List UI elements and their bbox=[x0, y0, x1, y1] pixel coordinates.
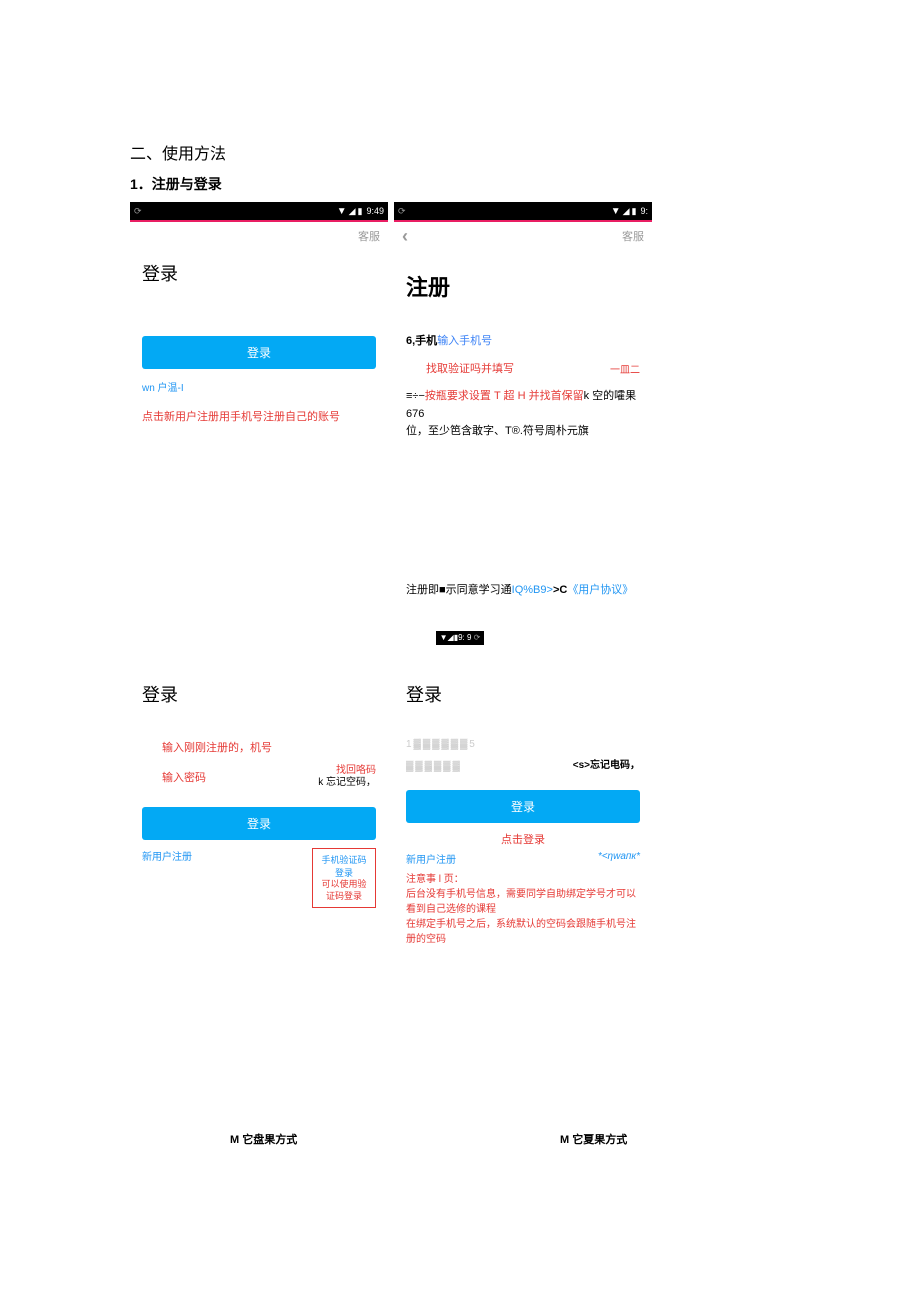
phone-label: 6,手机 bbox=[406, 332, 437, 348]
nav-bar: ‹ 客服 bbox=[394, 222, 652, 250]
agree-prefix: 注册即■示同意学习通 bbox=[406, 584, 512, 596]
subsection-number: 1 bbox=[130, 176, 138, 192]
page-title: 登录 bbox=[406, 681, 652, 707]
login-button[interactable]: 登录 bbox=[142, 807, 376, 840]
status-bar: ⟳ ▼ ◢ ▮ 9:49 bbox=[130, 202, 388, 220]
password-value-masked: ▓▓▓▓▓▓ bbox=[406, 761, 462, 772]
bottom-left: M 它盘果方式 bbox=[130, 1131, 460, 1147]
phone-input-row[interactable]: 6,手机 输入手机号 bbox=[406, 332, 640, 348]
new-user-link[interactable]: wn 户温-I bbox=[142, 379, 184, 394]
signal-icon: ◢ bbox=[349, 206, 356, 217]
page-title: 登录 bbox=[142, 681, 388, 707]
kefu-link[interactable]: 客服 bbox=[622, 228, 644, 244]
pwd-prefix: ≡÷− bbox=[406, 390, 425, 402]
sms-login-box[interactable]: 手机验证码登录 可以使用验证码登录 bbox=[312, 848, 376, 907]
nav-bar: 客服 bbox=[130, 222, 388, 250]
status-time: 9: bbox=[640, 206, 648, 216]
status-bar: ⟳ ▼ ◢ ▮ 9: bbox=[394, 202, 652, 220]
sms-annotation: 可以使用验证码登录 bbox=[319, 879, 369, 902]
agree-bold: >C bbox=[553, 584, 567, 596]
password-field-row[interactable]: 输入密码 找回咯码 k 忘记空码， bbox=[142, 765, 376, 789]
agree-link2[interactable]: 《用户协议》 bbox=[567, 584, 633, 596]
wifi-icon: ▼ bbox=[440, 633, 448, 642]
code-right: 一皿二 bbox=[610, 361, 640, 376]
screen-login-4: 登录 1▓▓▓▓▓▓5 ▓▓▓▓▓▓ <s>忘记电码， 登录 点击登录 新用户注… bbox=[394, 675, 652, 951]
subsection: 1．注册与登录 bbox=[130, 174, 790, 194]
pwd-red: 按瓶要求设置 T 超 H 并找首保留 bbox=[425, 390, 584, 402]
code-input-row[interactable]: 找取验证吗并填写 一皿二 bbox=[406, 360, 640, 376]
back-icon[interactable]: ‹ bbox=[402, 226, 408, 247]
new-user-link[interactable]: 新用户注册 bbox=[406, 851, 456, 866]
forgot-red: 找回咯码 bbox=[336, 765, 376, 776]
kefu-link[interactable]: 客服 bbox=[358, 228, 380, 244]
refresh-icon: ⟳ bbox=[398, 206, 412, 217]
screen-register: ⟳ ▼ ◢ ▮ 9: ‹ 客服 注册 6,手机 输入手机号 bbox=[394, 202, 652, 601]
battery-icon: ▮ bbox=[632, 206, 637, 217]
annotation-register: 点击新用户注册用手机号注册自己的账号 bbox=[142, 408, 376, 424]
pwd-line2: 位，至少笆含敢字、T®.符号周朴元旗 bbox=[406, 423, 640, 441]
status-time: 9:49 bbox=[366, 206, 384, 216]
wifi-icon: ▼ bbox=[337, 206, 347, 217]
refresh-icon: ⟳ bbox=[134, 206, 148, 217]
annotation-phone: 输入刚刚注册的，机号 bbox=[142, 739, 376, 755]
forgot-black: k 忘记空码， bbox=[318, 777, 376, 788]
agree-link1[interactable]: IQ%B9> bbox=[512, 584, 553, 596]
subsection-text: ．注册与登录 bbox=[138, 176, 222, 192]
forgot-password[interactable]: <s>忘记电码， bbox=[573, 760, 640, 772]
note-2: 在绑定手机号之后，系统默认的空码会跟随手机号注册的空码 bbox=[406, 917, 640, 947]
login-button[interactable]: 登录 bbox=[142, 336, 376, 369]
phone-field-row[interactable]: 1▓▓▓▓▓▓5 bbox=[406, 739, 640, 750]
battery-icon: ▮ bbox=[358, 206, 363, 217]
bottom-row: M 它盘果方式 M 它夏果方式 bbox=[130, 1131, 790, 1147]
phone-value-masked: 1▓▓▓▓▓▓5 bbox=[406, 739, 477, 750]
annotation-click-login: 点击登录 bbox=[406, 831, 640, 847]
refresh-icon: ⟳ bbox=[474, 633, 481, 642]
phone-placeholder: 输入手机号 bbox=[437, 332, 492, 348]
bottom-right: M 它夏果方式 bbox=[460, 1131, 790, 1147]
password-requirement: ≡÷−按瓶要求设置 T 超 H 并找首保留k 空的嚯果 676 位，至少笆含敢字… bbox=[406, 388, 640, 441]
phone-field-row[interactable]: 输入刚刚注册的，机号 bbox=[142, 739, 376, 755]
annotation-password: 输入密码 bbox=[142, 769, 318, 785]
screen-login-3: 登录 输入刚刚注册的，机号 输入密码 找回咯码 k 忘记空码， 登录 新用户注册 bbox=[130, 675, 388, 951]
signal-icon: ◢ bbox=[623, 206, 630, 217]
new-user-link[interactable]: 新用户注册 bbox=[142, 848, 192, 907]
page-title: 注册 bbox=[406, 270, 640, 302]
password-field-row[interactable]: ▓▓▓▓▓▓ <s>忘记电码， bbox=[406, 760, 640, 772]
login-button[interactable]: 登录 bbox=[406, 790, 640, 823]
agreement-text: 注册即■示同意学习通IQ%B9>>C《用户协议》 bbox=[406, 581, 640, 597]
section-title: 二、使用方法 bbox=[130, 140, 790, 164]
status-bar-mini: ▼ ◢ ▮ 9: 9 ⟳ bbox=[436, 631, 485, 645]
greek-text: *<ηwaпк* bbox=[598, 851, 640, 866]
status-time: 9: 9 bbox=[458, 633, 471, 642]
code-annotation: 找取验证吗并填写 bbox=[426, 360, 514, 376]
note-title: 注意事 l 页： bbox=[406, 872, 640, 887]
note-1: 后台没有手机号信息，需要同学自助绑定学号才可以看到自己选修的课程 bbox=[406, 887, 640, 917]
forgot-password[interactable]: 找回咯码 k 忘记空码， bbox=[318, 765, 376, 789]
wifi-icon: ▼ bbox=[611, 206, 621, 217]
page-title: 登录 bbox=[142, 260, 376, 286]
screen-login-1: ⟳ ▼ ◢ ▮ 9:49 客服 登录 登录 wn 户温-I bbox=[130, 202, 388, 601]
sms-login-link: 手机验证码登录 bbox=[319, 853, 369, 879]
notes-block: 注意事 l 页： 后台没有手机号信息，需要同学自助绑定学号才可以看到自己选修的课… bbox=[406, 872, 640, 947]
